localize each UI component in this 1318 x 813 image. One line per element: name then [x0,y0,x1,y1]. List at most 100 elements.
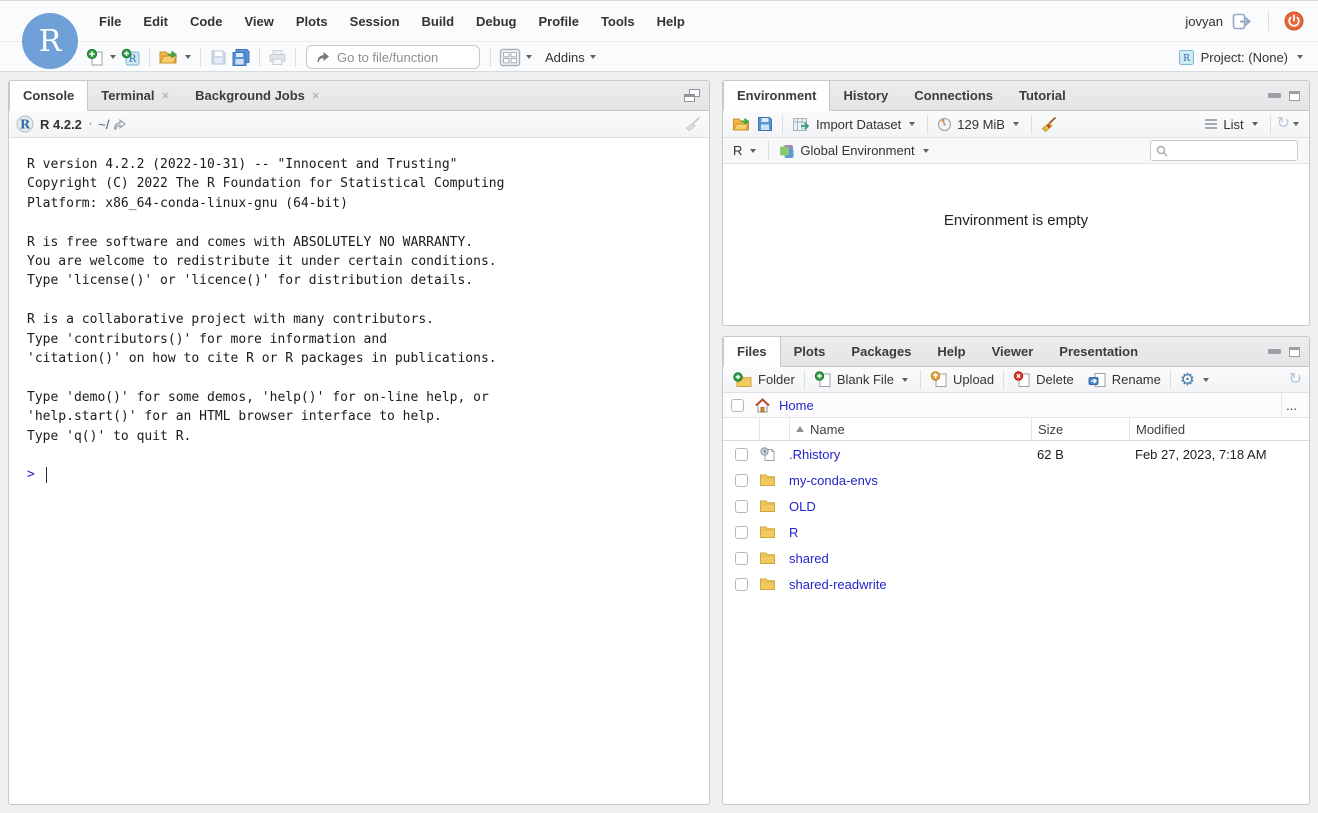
menu-session[interactable]: Session [339,14,411,29]
menu-view[interactable]: View [233,14,284,29]
goto-directory-icon[interactable] [112,118,127,131]
language-label: R [733,143,742,158]
file-checkbox[interactable] [735,500,748,513]
blank-file-button[interactable]: Blank File [811,371,914,388]
addins-grid-icon[interactable] [497,45,523,69]
folder-link[interactable]: shared-readwrite [789,577,887,592]
load-workspace-icon[interactable] [730,112,754,136]
file-checkbox[interactable] [735,448,748,461]
console-line: Platform: x86_64-conda-linux-gnu (64-bit… [27,194,709,213]
breadcrumb-home-link[interactable]: Home [779,398,814,413]
menu-help[interactable]: Help [646,14,696,29]
maximize-restore-icon[interactable] [684,89,700,102]
tab-terminal[interactable]: Terminal× [88,81,182,110]
tab-files[interactable]: Files [723,337,781,367]
home-icon [754,398,771,413]
folder-link[interactable]: R [789,525,798,540]
menu-build[interactable]: Build [411,14,466,29]
import-dataset-button[interactable]: Import Dataset [789,117,921,132]
save-workspace-icon[interactable] [754,112,776,136]
file-link[interactable]: .Rhistory [789,447,840,462]
maximize-icon[interactable] [1289,347,1300,357]
addins-grid-caret-icon[interactable] [526,55,532,59]
tab-connections[interactable]: Connections [901,81,1006,110]
refresh-caret-icon[interactable] [1293,122,1299,126]
addins-button[interactable]: Addins [543,50,587,65]
import-dataset-icon [792,117,811,132]
goto-file-search[interactable] [306,45,480,69]
menu-debug[interactable]: Debug [465,14,527,29]
menu-edit[interactable]: Edit [132,14,179,29]
new-folder-button[interactable]: Folder [730,372,798,388]
refresh-files-icon[interactable]: ↻ [1289,372,1302,388]
new-project-icon[interactable]: R [119,45,143,69]
column-header-size[interactable]: Size [1031,418,1129,440]
project-selector[interactable]: R Project: (None) [1178,49,1306,66]
save-all-icon[interactable] [229,45,253,69]
folder-icon [759,499,789,513]
open-file-caret-icon[interactable] [185,55,191,59]
search-icon [1156,145,1168,157]
memory-usage-button[interactable]: 129 MiB [934,117,1025,132]
tab-tutorial[interactable]: Tutorial [1006,81,1079,110]
console-line [27,368,709,387]
tab-history[interactable]: History [830,81,901,110]
tab-environment[interactable]: Environment [723,81,830,111]
menu-code[interactable]: Code [179,14,234,29]
environment-search[interactable] [1150,140,1298,161]
toolbar-separator [1170,370,1171,389]
column-header-name[interactable]: Name [789,418,1031,440]
file-checkbox[interactable] [735,474,748,487]
open-file-icon[interactable] [156,45,182,69]
environment-search-input[interactable] [1172,144,1282,158]
file-checkbox[interactable] [735,552,748,565]
more-file-commands-button[interactable]: ⚙ [1177,371,1215,388]
logout-icon[interactable] [1232,13,1253,30]
rename-button[interactable]: Rename [1085,372,1164,388]
folder-link[interactable]: my-conda-envs [789,473,878,488]
minimize-icon[interactable] [1268,349,1281,354]
goto-file-input[interactable] [337,50,467,65]
tab-plots[interactable]: Plots [781,337,839,366]
menu-file[interactable]: File [88,14,132,29]
folder-link[interactable]: shared [789,551,829,566]
tab-background-jobs[interactable]: Background Jobs× [182,81,332,110]
tab-packages[interactable]: Packages [838,337,924,366]
environment-content: Environment is empty [723,164,1309,326]
print-icon [266,45,289,69]
tab-console[interactable]: Console [9,81,88,111]
new-file-icon[interactable] [84,45,107,69]
addins-caret-icon[interactable] [590,55,596,59]
clear-objects-icon[interactable] [1038,112,1060,136]
file-checkbox[interactable] [735,526,748,539]
files-toolbar: Folder Blank File Upload [723,367,1309,393]
environment-scope-selector[interactable]: Global Environment [775,143,934,159]
power-button-icon[interactable] [1284,11,1304,31]
clear-console-icon[interactable] [684,116,702,132]
more-columns-button[interactable]: ... [1281,393,1301,417]
environment-scope-label: Global Environment [800,143,914,158]
select-all-checkbox[interactable] [731,399,744,412]
tab-help[interactable]: Help [924,337,978,366]
refresh-environment-icon[interactable]: ↻ [1277,116,1290,132]
maximize-icon[interactable] [1289,91,1300,101]
language-selector[interactable]: R [730,143,762,158]
delete-button[interactable]: Delete [1010,371,1077,388]
upload-button[interactable]: Upload [927,371,997,388]
folder-icon [759,551,789,565]
folder-link[interactable]: OLD [789,499,816,514]
view-mode-selector[interactable]: List [1201,117,1263,132]
tab-viewer[interactable]: Viewer [979,337,1047,366]
menu-tools[interactable]: Tools [590,14,646,29]
menu-bar: File Edit Code View Plots Session Build … [0,1,1318,41]
new-file-caret-icon[interactable] [110,55,116,59]
menu-profile[interactable]: Profile [527,14,589,29]
console-prompt[interactable]: > [27,465,709,484]
menu-plots[interactable]: Plots [285,14,339,29]
tab-presentation[interactable]: Presentation [1046,337,1151,366]
column-header-modified[interactable]: Modified [1129,418,1309,440]
file-checkbox[interactable] [735,578,748,591]
tab-background-jobs-close-icon[interactable]: × [312,88,320,103]
tab-terminal-close-icon[interactable]: × [162,88,170,103]
minimize-icon[interactable] [1268,93,1281,98]
